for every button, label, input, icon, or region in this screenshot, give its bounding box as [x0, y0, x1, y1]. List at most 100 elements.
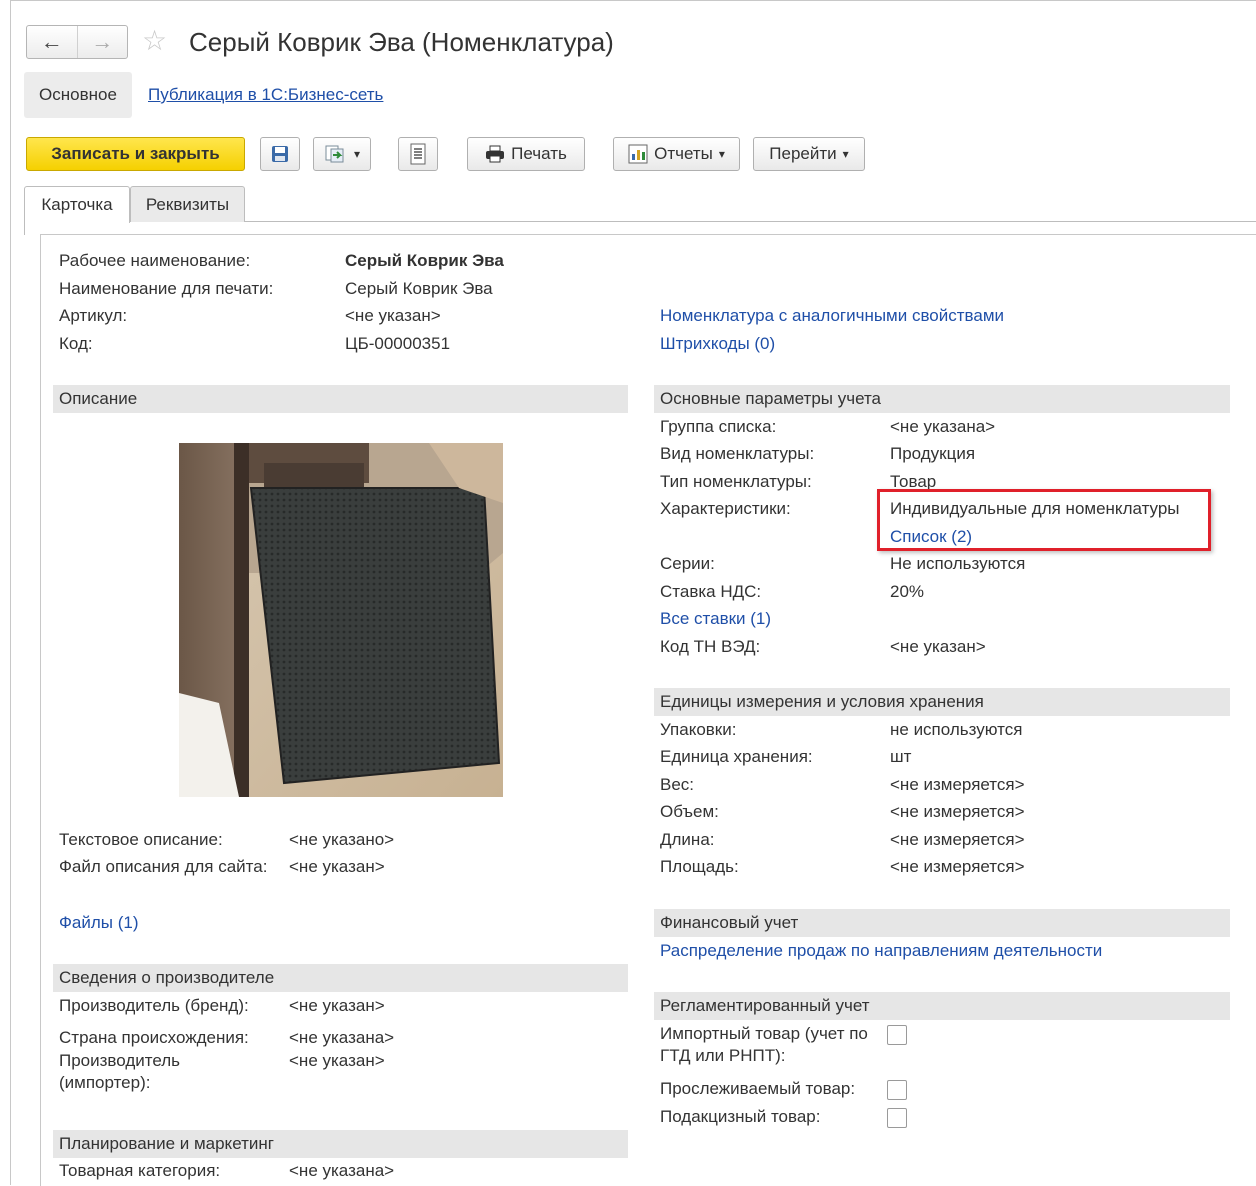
- storage-unit-value[interactable]: шт: [890, 746, 911, 768]
- import-goods-label-line2: ГТД или РНПТ):: [660, 1046, 786, 1065]
- section-planning: Планирование и маркетинг: [53, 1130, 628, 1158]
- all-rates-link[interactable]: Все ставки (1): [660, 608, 771, 630]
- section-manufacturer: Сведения о производителе: [53, 964, 628, 992]
- chevron-down-icon: ▾: [718, 147, 725, 161]
- window-border: [10, 0, 11, 1185]
- vat-value[interactable]: 20%: [890, 581, 924, 603]
- importer-label-line2: (импортер):: [59, 1073, 151, 1092]
- printer-icon: [486, 145, 505, 163]
- reports-button-label: Отчеты: [654, 144, 713, 163]
- barcodes-link[interactable]: Штрихкоды (0): [660, 333, 775, 355]
- vat-label: Ставка НДС:: [660, 582, 762, 601]
- site-file-label: Файл описания для сайта:: [59, 857, 268, 876]
- country-value[interactable]: <не указана>: [289, 1027, 394, 1049]
- category-value[interactable]: <не указана>: [289, 1160, 394, 1182]
- create-based-on-button[interactable]: ▾: [313, 137, 371, 171]
- traceable-label: Прослеживаемый товар:: [660, 1079, 856, 1098]
- favorite-star-icon[interactable]: ☆: [142, 26, 167, 56]
- tab-card[interactable]: Карточка: [24, 186, 130, 223]
- arrow-left-icon: ←: [40, 29, 63, 54]
- tab-divider: [244, 221, 1256, 222]
- list-document-icon: [410, 143, 426, 165]
- packs-value[interactable]: не используются: [890, 719, 1022, 741]
- sales-distribution-link[interactable]: Распределение продаж по направлениям дея…: [660, 940, 1102, 962]
- floppy-disk-icon: [272, 146, 288, 162]
- area-value[interactable]: <не измеряется>: [890, 856, 1025, 878]
- length-value[interactable]: <не измеряется>: [890, 829, 1025, 851]
- characteristics-label: Характеристики:: [660, 499, 791, 518]
- goto-button-label: Перейти: [769, 144, 837, 163]
- code-label: Код:: [59, 334, 93, 353]
- import-goods-label-line1: Импортный товар (учет по: [660, 1024, 868, 1043]
- group-label: Группа списка:: [660, 417, 777, 436]
- code-value[interactable]: ЦБ-00000351: [345, 333, 450, 355]
- window-border-top: [10, 0, 1256, 1]
- save-and-close-button[interactable]: Записать и закрыть: [26, 137, 245, 171]
- import-goods-checkbox[interactable]: [887, 1025, 907, 1045]
- volume-value[interactable]: <не измеряется>: [890, 801, 1025, 823]
- volume-label: Объем:: [660, 802, 719, 821]
- series-value[interactable]: Не используются: [890, 553, 1025, 575]
- excise-label: Подакцизный товар:: [660, 1107, 821, 1126]
- work-name-value[interactable]: Серый Коврик Эва: [345, 250, 504, 272]
- importer-value[interactable]: <не указан>: [289, 1050, 385, 1072]
- group-value[interactable]: <не указана>: [890, 416, 995, 438]
- weight-value[interactable]: <не измеряется>: [890, 774, 1025, 796]
- forward-button[interactable]: →: [76, 26, 128, 58]
- back-button[interactable]: ←: [27, 26, 77, 58]
- traceable-checkbox[interactable]: [887, 1080, 907, 1100]
- tnved-value[interactable]: <не указан>: [890, 636, 986, 658]
- similar-items-link[interactable]: Номенклатура с аналогичными свойствами: [660, 305, 1004, 327]
- tnved-label: Код ТН ВЭД:: [660, 637, 761, 656]
- section-finance: Финансовый учет: [654, 909, 1230, 937]
- arrow-right-icon: →: [91, 29, 114, 54]
- tab-main[interactable]: Основное: [24, 72, 132, 118]
- chevron-down-icon: ▾: [842, 147, 849, 161]
- page-title: Серый Коврик Эва (Номенклатура): [189, 27, 614, 57]
- print-button[interactable]: Печать: [467, 137, 585, 171]
- site-file-value[interactable]: <не указан>: [289, 856, 385, 878]
- brand-label: Производитель (бренд):: [59, 996, 249, 1015]
- reports-button[interactable]: Отчеты ▾: [613, 137, 740, 171]
- text-description-value[interactable]: <не указано>: [289, 829, 394, 851]
- storage-unit-label: Единица хранения:: [660, 747, 813, 766]
- tab-divider-left: [24, 221, 25, 235]
- section-regulated: Регламентированный учет: [654, 992, 1230, 1020]
- series-label: Серии:: [660, 554, 715, 573]
- packs-label: Упаковки:: [660, 720, 737, 739]
- tab-publication-link[interactable]: Публикация в 1С:Бизнес-сеть: [148, 84, 383, 106]
- print-name-label: Наименование для печати:: [59, 279, 274, 298]
- section-description: Описание: [53, 385, 628, 413]
- highlight-box: [877, 489, 1211, 551]
- print-name-value[interactable]: Серый Коврик Эва: [345, 278, 493, 300]
- excise-checkbox[interactable]: [887, 1108, 907, 1128]
- weight-label: Вес:: [660, 775, 695, 794]
- section-units: Единицы измерения и условия хранения: [654, 688, 1230, 716]
- country-label: Страна происхождения:: [59, 1028, 249, 1047]
- files-link[interactable]: Файлы (1): [59, 912, 139, 934]
- area-label: Площадь:: [660, 857, 739, 876]
- report-chart-icon: [628, 144, 648, 164]
- importer-label-line1: Производитель: [59, 1051, 181, 1070]
- chevron-down-icon: ▾: [353, 147, 361, 161]
- brand-value[interactable]: <не указан>: [289, 995, 385, 1017]
- goto-button[interactable]: Перейти ▾: [753, 137, 865, 171]
- kind-value[interactable]: Продукция: [890, 443, 975, 465]
- work-name-label: Рабочее наименование:: [59, 251, 251, 270]
- documents-arrow-icon: [325, 145, 344, 163]
- article-value[interactable]: <не указан>: [345, 305, 441, 327]
- kind-label: Вид номенклатуры:: [660, 444, 815, 463]
- tab-requisites[interactable]: Реквизиты: [130, 186, 245, 222]
- product-image: [179, 443, 503, 797]
- type-label: Тип номенклатуры:: [660, 472, 812, 491]
- structure-button[interactable]: [398, 137, 438, 171]
- print-button-label: Печать: [511, 144, 567, 163]
- nav-button-group: ← →: [26, 25, 128, 59]
- save-button[interactable]: [260, 137, 300, 171]
- article-label: Артикул:: [59, 306, 128, 325]
- text-description-label: Текстовое описание:: [59, 830, 223, 849]
- category-label: Товарная категория:: [59, 1161, 221, 1180]
- length-label: Длина:: [660, 830, 715, 849]
- section-accounting: Основные параметры учета: [654, 385, 1230, 413]
- product-photo[interactable]: [179, 443, 503, 797]
